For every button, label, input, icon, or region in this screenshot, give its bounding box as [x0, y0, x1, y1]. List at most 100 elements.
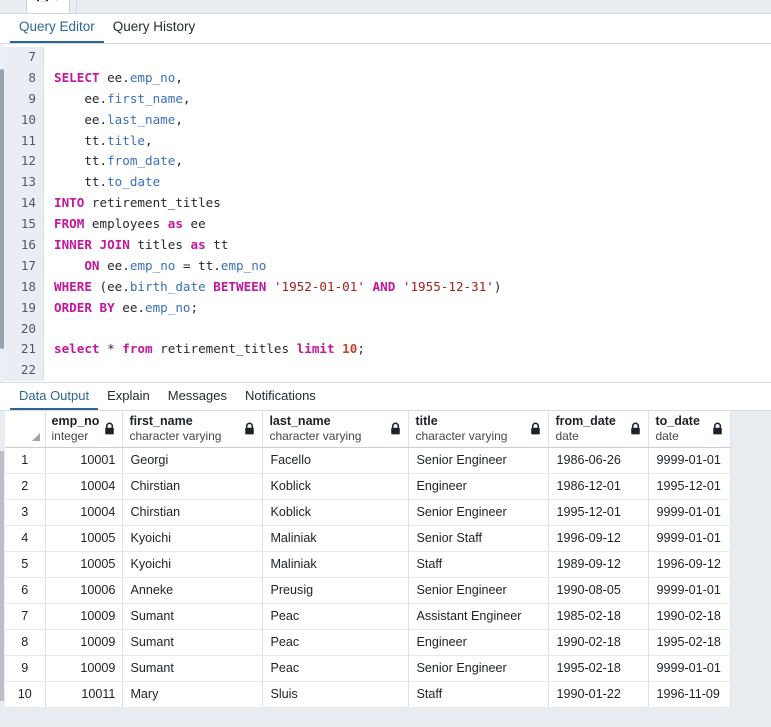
cell-first_name[interactable]: Mary	[122, 681, 264, 708]
row-number[interactable]: 10	[5, 681, 46, 708]
code-line[interactable]	[54, 319, 771, 340]
column-header-first_name[interactable]: first_name character varying	[122, 411, 264, 448]
cell-title[interactable]: Senior Engineer	[408, 577, 550, 604]
row-number[interactable]: 1	[5, 447, 46, 474]
result-grid[interactable]: emp_no integer first_name character varying…	[0, 411, 771, 727]
cell-title[interactable]: Staff	[408, 551, 550, 578]
code-line[interactable]: ON ee.emp_no = tt.emp_no	[54, 256, 771, 277]
cell-from_date[interactable]: 1986-06-26	[548, 447, 650, 474]
cell-from_date[interactable]: 1990-08-05	[548, 577, 650, 604]
table-row[interactable]: 3 10004 Chirstian Koblick Senior Engineer 199…	[5, 499, 732, 526]
table-row[interactable]: 6 10006 Anneke Preusig Senior Engineer 1990-0…	[5, 577, 732, 604]
row-number[interactable]: 9	[5, 655, 46, 682]
cell-to_date[interactable]: 9999-01-01	[648, 577, 732, 604]
cell-from_date[interactable]: 1989-09-12	[548, 551, 650, 578]
select-all-corner-cell[interactable]	[5, 411, 46, 448]
cell-first_name[interactable]: Chirstian	[122, 473, 264, 500]
cell-to_date[interactable]: 1996-11-09	[648, 681, 732, 708]
code-line[interactable]: tt.title,	[54, 131, 771, 152]
tab-messages[interactable]: Messages	[159, 388, 236, 410]
code-line[interactable]: SELECT ee.emp_no,	[54, 68, 771, 89]
cell-emp_no[interactable]: 10011	[45, 681, 124, 708]
tab-query-history[interactable]: Query History	[104, 19, 205, 43]
code-line[interactable]	[54, 47, 771, 68]
cell-last_name[interactable]: Peac	[262, 629, 410, 656]
cell-first_name[interactable]: Kyoichi	[122, 525, 264, 552]
tab-query-editor[interactable]: Query Editor	[10, 19, 104, 43]
table-row[interactable]: 8 10009 Sumant Peac Engineer 1990-02-18 1995-0…	[5, 629, 732, 656]
editor-vertical-scrollbar[interactable]	[0, 44, 4, 382]
cell-emp_no[interactable]: 10004	[45, 473, 124, 500]
cell-title[interactable]: Assistant Engineer	[408, 603, 550, 630]
cell-last_name[interactable]: Koblick	[262, 499, 410, 526]
cell-from_date[interactable]: 1996-09-12	[548, 525, 650, 552]
table-row[interactable]: 9 10009 Sumant Peac Senior Engineer 1995-02-1…	[5, 655, 732, 682]
cell-title[interactable]: Senior Engineer	[408, 447, 550, 474]
grid-scrollbar-thumb[interactable]	[0, 451, 4, 701]
cell-emp_no[interactable]: 10005	[45, 525, 124, 552]
cell-first_name[interactable]: Sumant	[122, 603, 264, 630]
cell-from_date[interactable]: 1990-01-22	[548, 681, 650, 708]
code-line[interactable]: FROM employees as ee	[54, 214, 771, 235]
editor-code-area[interactable]: SELECT ee.emp_no, ee.first_name, ee.last…	[44, 47, 771, 381]
row-number[interactable]: 7	[5, 603, 46, 630]
code-line[interactable]: ee.first_name,	[54, 89, 771, 110]
table-row[interactable]: 10 10011 Mary Sluis Staff 1990-01-22 1996-11-0…	[5, 681, 732, 708]
cell-to_date[interactable]: 1996-09-12	[648, 551, 732, 578]
code-line[interactable]: ee.last_name,	[54, 110, 771, 131]
cell-title[interactable]: Senior Engineer	[408, 655, 550, 682]
cell-first_name[interactable]: Kyoichi	[122, 551, 264, 578]
column-header-last_name[interactable]: last_name character varying	[262, 411, 410, 448]
column-header-from_date[interactable]: from_date date	[548, 411, 650, 448]
column-header-to_date[interactable]: to_date date	[648, 411, 732, 448]
code-line[interactable]: ORDER BY ee.emp_no;	[54, 298, 771, 319]
code-line[interactable]: INTO retirement_titles	[54, 193, 771, 214]
cell-emp_no[interactable]: 10009	[45, 629, 124, 656]
cell-emp_no[interactable]: 10009	[45, 603, 124, 630]
editor-scrollbar-thumb[interactable]	[0, 69, 4, 349]
table-row[interactable]: 2 10004 Chirstian Koblick Engineer 1986-12-01…	[5, 473, 732, 500]
cell-from_date[interactable]: 1990-02-18	[548, 629, 650, 656]
cell-last_name[interactable]: Maliniak	[262, 525, 410, 552]
tab-data-output[interactable]: Data Output	[10, 388, 99, 410]
cell-to_date[interactable]: 1990-02-18	[648, 603, 732, 630]
column-header-emp_no[interactable]: emp_no integer	[45, 411, 124, 448]
row-number[interactable]: 8	[5, 629, 46, 656]
row-number[interactable]: 2	[5, 473, 46, 500]
cell-from_date[interactable]: 1986-12-01	[548, 473, 650, 500]
cell-title[interactable]: Engineer	[408, 473, 550, 500]
table-row[interactable]: 5 10005 Kyoichi Maliniak Staff 1989-09-12 1996…	[5, 551, 732, 578]
cell-emp_no[interactable]: 10001	[45, 447, 124, 474]
cell-emp_no[interactable]: 10005	[45, 551, 124, 578]
cell-last_name[interactable]: Facello	[262, 447, 410, 474]
row-number[interactable]: 4	[5, 525, 46, 552]
tab-notifications[interactable]: Notifications	[236, 388, 325, 410]
cell-first_name[interactable]: Sumant	[122, 629, 264, 656]
code-line[interactable]: tt.to_date	[54, 172, 771, 193]
cell-to_date[interactable]: 9999-01-01	[648, 447, 732, 474]
table-row[interactable]: 4 10005 Kyoichi Maliniak Senior Staff 1996-09…	[5, 525, 732, 552]
code-line[interactable]: INNER JOIN titles as tt	[54, 235, 771, 256]
column-header-title[interactable]: title character varying	[408, 411, 550, 448]
cell-to_date[interactable]: 9999-01-01	[648, 525, 732, 552]
table-row[interactable]: 7 10009 Sumant Peac Assistant Engineer 1985-0…	[5, 603, 732, 630]
cell-to_date[interactable]: 9999-01-01	[648, 655, 732, 682]
cell-title[interactable]: Senior Engineer	[408, 499, 550, 526]
cell-last_name[interactable]: Peac	[262, 655, 410, 682]
code-line[interactable]: tt.from_date,	[54, 151, 771, 172]
cell-last_name[interactable]: Koblick	[262, 473, 410, 500]
cell-title[interactable]: Staff	[408, 681, 550, 708]
cell-first_name[interactable]: Chirstian	[122, 499, 264, 526]
cell-from_date[interactable]: 1985-02-18	[548, 603, 650, 630]
cell-first_name[interactable]: Sumant	[122, 655, 264, 682]
cell-to_date[interactable]: 1995-12-01	[648, 473, 732, 500]
cell-last_name[interactable]: Sluis	[262, 681, 410, 708]
code-line[interactable]: WHERE (ee.birth_date BETWEEN '1952-01-01…	[54, 277, 771, 298]
cell-title[interactable]: Senior Staff	[408, 525, 550, 552]
grid-vertical-scrollbar[interactable]	[0, 411, 4, 727]
cell-last_name[interactable]: Preusig	[262, 577, 410, 604]
code-line[interactable]	[54, 360, 771, 381]
code-line[interactable]: select * from retirement_titles limit 10…	[54, 339, 771, 360]
cell-to_date[interactable]: 9999-01-01	[648, 499, 732, 526]
cell-to_date[interactable]: 1995-02-18	[648, 629, 732, 656]
